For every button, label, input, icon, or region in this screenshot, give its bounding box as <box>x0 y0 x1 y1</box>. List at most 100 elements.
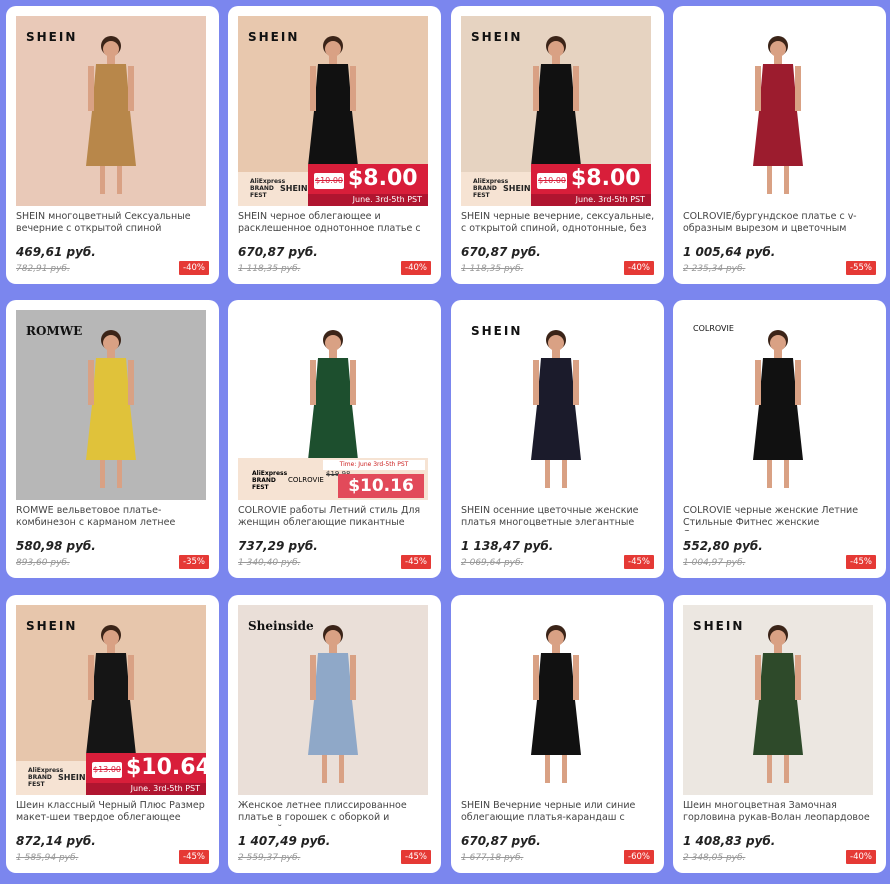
brand-fest-line3: FEST <box>473 192 490 199</box>
brand-fest-line2: BRAND <box>252 477 276 484</box>
product-price: 1 407,49 руб. <box>238 834 331 848</box>
discount-badge: -35% <box>179 555 209 569</box>
product-image[interactable]: COLROVIE <box>683 310 873 500</box>
brand-fest-line3: FEST <box>250 192 267 199</box>
product-price: 670,87 руб. <box>461 245 541 259</box>
product-old-price: 1 118,35 руб. <box>238 264 301 274</box>
brand-logo: SHEIN <box>471 324 523 338</box>
product-price: 1 138,47 руб. <box>461 539 554 553</box>
product-card[interactable]: SHEIN AliExpress BRAND FEST SHEIN $10.00 $8.00… <box>451 6 664 284</box>
brand-logo: SHEIN <box>693 619 745 633</box>
product-title[interactable]: SHEIN осенние цветочные женские платья м… <box>461 505 656 531</box>
product-card[interactable]: SHEIN AliExpress BRAND FEST SHEIN $13.00 $10.6… <box>6 595 219 873</box>
product-title[interactable]: Женское летнее плиссированное платье в г… <box>238 800 433 826</box>
product-title[interactable]: COLROVIE работы Летний стиль Для женщин … <box>238 505 433 531</box>
promo-date: June. 3rd-5th PST <box>308 194 428 206</box>
product-title[interactable]: Шеин многоцветная Замочная горловина рук… <box>683 800 878 826</box>
promo-price-box: $13.00 $10.64 June. 3rd-5th PST <box>86 753 206 795</box>
product-grid: SHEIN SHEIN многоцветный Сексуальные вече… <box>0 0 890 884</box>
product-image[interactable] <box>461 605 651 795</box>
product-price: 1 408,83 руб. <box>683 834 776 848</box>
promo-banner: AliExpress BRAND FEST SHEIN $10.00 $8.00 June.… <box>238 164 428 206</box>
model-figure <box>86 36 136 194</box>
product-old-price: 2 069,64 руб. <box>461 558 524 568</box>
brand-logo: SHEIN <box>26 619 78 633</box>
product-title[interactable]: ROMWE вельветовое платье-комбинезон с ка… <box>16 505 211 531</box>
brand-logo: SHEIN <box>471 30 523 44</box>
product-card[interactable]: SHEIN AliExpress BRAND FEST SHEIN $10.00 $8.00… <box>228 6 441 284</box>
product-old-price: 2 235,34 руб. <box>683 264 746 274</box>
product-old-price: 782,91 руб. <box>16 264 70 274</box>
product-price: 872,14 руб. <box>16 834 96 848</box>
discount-badge: -45% <box>624 555 654 569</box>
promo-banner: AliExpress BRAND FEST SHEIN $10.00 $8.00 June.… <box>461 164 651 206</box>
product-title[interactable]: Шеин классный Черный Плюс Размер макет-ш… <box>16 800 211 826</box>
product-card[interactable]: SHEIN Вечерние черные или синие облегающ… <box>451 595 664 873</box>
brand-fest-badge: AliExpress BRAND FEST SHEIN <box>461 172 531 206</box>
brand-logo: COLROVIE <box>693 324 734 333</box>
product-card[interactable]: COLROVIE/бургундское платье с v-образным… <box>673 6 886 284</box>
promo-banner: AliExpress BRAND FEST COLROVIE Time: June 3r… <box>238 458 428 500</box>
product-title[interactable]: SHEIN черные вечерние, сексуальные, с от… <box>461 211 656 237</box>
product-image[interactable]: ROMWE <box>16 310 206 500</box>
brand-fest-line2: BRAND <box>250 185 274 192</box>
product-title[interactable]: COLROVIE черные женские Летние Стильные … <box>683 505 878 531</box>
product-image[interactable]: SHEIN <box>461 310 651 500</box>
product-old-price: 1 004,97 руб. <box>683 558 746 568</box>
brand-logo: Sheinside <box>248 619 314 633</box>
promo-brand: COLROVIE <box>288 476 324 484</box>
product-image[interactable]: SHEIN <box>683 605 873 795</box>
promo-old-price: $10.00 <box>314 173 344 189</box>
product-price: 580,98 руб. <box>16 539 96 553</box>
product-image[interactable]: AliExpress BRAND FEST COLROVIE Time: June 3r… <box>238 310 428 500</box>
promo-banner: AliExpress BRAND FEST SHEIN $13.00 $10.64 June… <box>16 753 206 795</box>
product-image[interactable]: SHEIN <box>16 16 206 206</box>
product-card[interactable]: ROMWE ROMWE вельветовое платье-комбинезон… <box>6 300 219 578</box>
product-price: 737,29 руб. <box>238 539 318 553</box>
product-image[interactable]: SHEIN AliExpress BRAND FEST SHEIN $13.00 $10.6… <box>16 605 206 795</box>
brand-fest-line2: BRAND <box>473 185 497 192</box>
promo-new-price: $10.16 <box>338 474 424 498</box>
promo-date: June. 3rd-5th PST <box>86 783 206 795</box>
model-figure <box>531 330 581 488</box>
product-old-price: 1 340,40 руб. <box>238 558 301 568</box>
model-figure <box>753 625 803 783</box>
product-price: 670,87 руб. <box>461 834 541 848</box>
product-old-price: 1 585,94 руб. <box>16 853 79 863</box>
product-card[interactable]: SHEIN SHEIN многоцветный Сексуальные вече… <box>6 6 219 284</box>
discount-badge: -45% <box>846 555 876 569</box>
product-title[interactable]: COLROVIE/бургундское платье с v-образным… <box>683 211 878 237</box>
model-figure <box>753 330 803 488</box>
brand-fest-line1: AliExpress <box>252 470 288 477</box>
product-title[interactable]: SHEIN многоцветный Сексуальные вечерние … <box>16 211 211 237</box>
promo-date: June. 3rd-5th PST <box>531 194 651 206</box>
product-old-price: 1 118,35 руб. <box>461 264 524 274</box>
product-image[interactable]: SHEIN AliExpress BRAND FEST SHEIN $10.00 $8.00… <box>238 16 428 206</box>
product-card[interactable]: AliExpress BRAND FEST COLROVIE Time: June 3r… <box>228 300 441 578</box>
product-card[interactable]: SHEIN Шеин многоцветная Замочная горловин… <box>673 595 886 873</box>
product-image[interactable]: SHEIN AliExpress BRAND FEST SHEIN $10.00 $8.00… <box>461 16 651 206</box>
product-card[interactable]: Sheinside Женское летнее плиссированное п… <box>228 595 441 873</box>
model-figure <box>531 625 581 783</box>
product-price: 670,87 руб. <box>238 245 318 259</box>
product-price: 552,80 руб. <box>683 539 763 553</box>
product-price: 1 005,64 руб. <box>683 245 776 259</box>
product-title[interactable]: SHEIN Вечерние черные или синие облегающ… <box>461 800 656 826</box>
promo-new-price: $8.00 <box>571 166 641 191</box>
product-card[interactable]: SHEIN SHEIN осенние цветочные женские пла… <box>451 300 664 578</box>
discount-badge: -40% <box>179 261 209 275</box>
product-old-price: 2 559,37 руб. <box>238 853 301 863</box>
promo-new-price: $8.00 <box>348 166 418 191</box>
discount-badge: -40% <box>846 850 876 864</box>
product-image[interactable]: Sheinside <box>238 605 428 795</box>
product-title[interactable]: SHEIN черное облегающее и расклешенное о… <box>238 211 433 237</box>
brand-fest-line3: FEST <box>252 484 269 491</box>
model-figure <box>753 36 803 194</box>
brand-logo: SHEIN <box>248 30 300 44</box>
product-image[interactable] <box>683 16 873 206</box>
brand-fest-badge: AliExpress BRAND FEST SHEIN <box>238 172 308 206</box>
product-card[interactable]: COLROVIE COLROVIE черные женские Летние С… <box>673 300 886 578</box>
brand-logo: ROMWE <box>26 324 83 338</box>
discount-badge: -40% <box>624 261 654 275</box>
product-old-price: 2 348,05 руб. <box>683 853 746 863</box>
